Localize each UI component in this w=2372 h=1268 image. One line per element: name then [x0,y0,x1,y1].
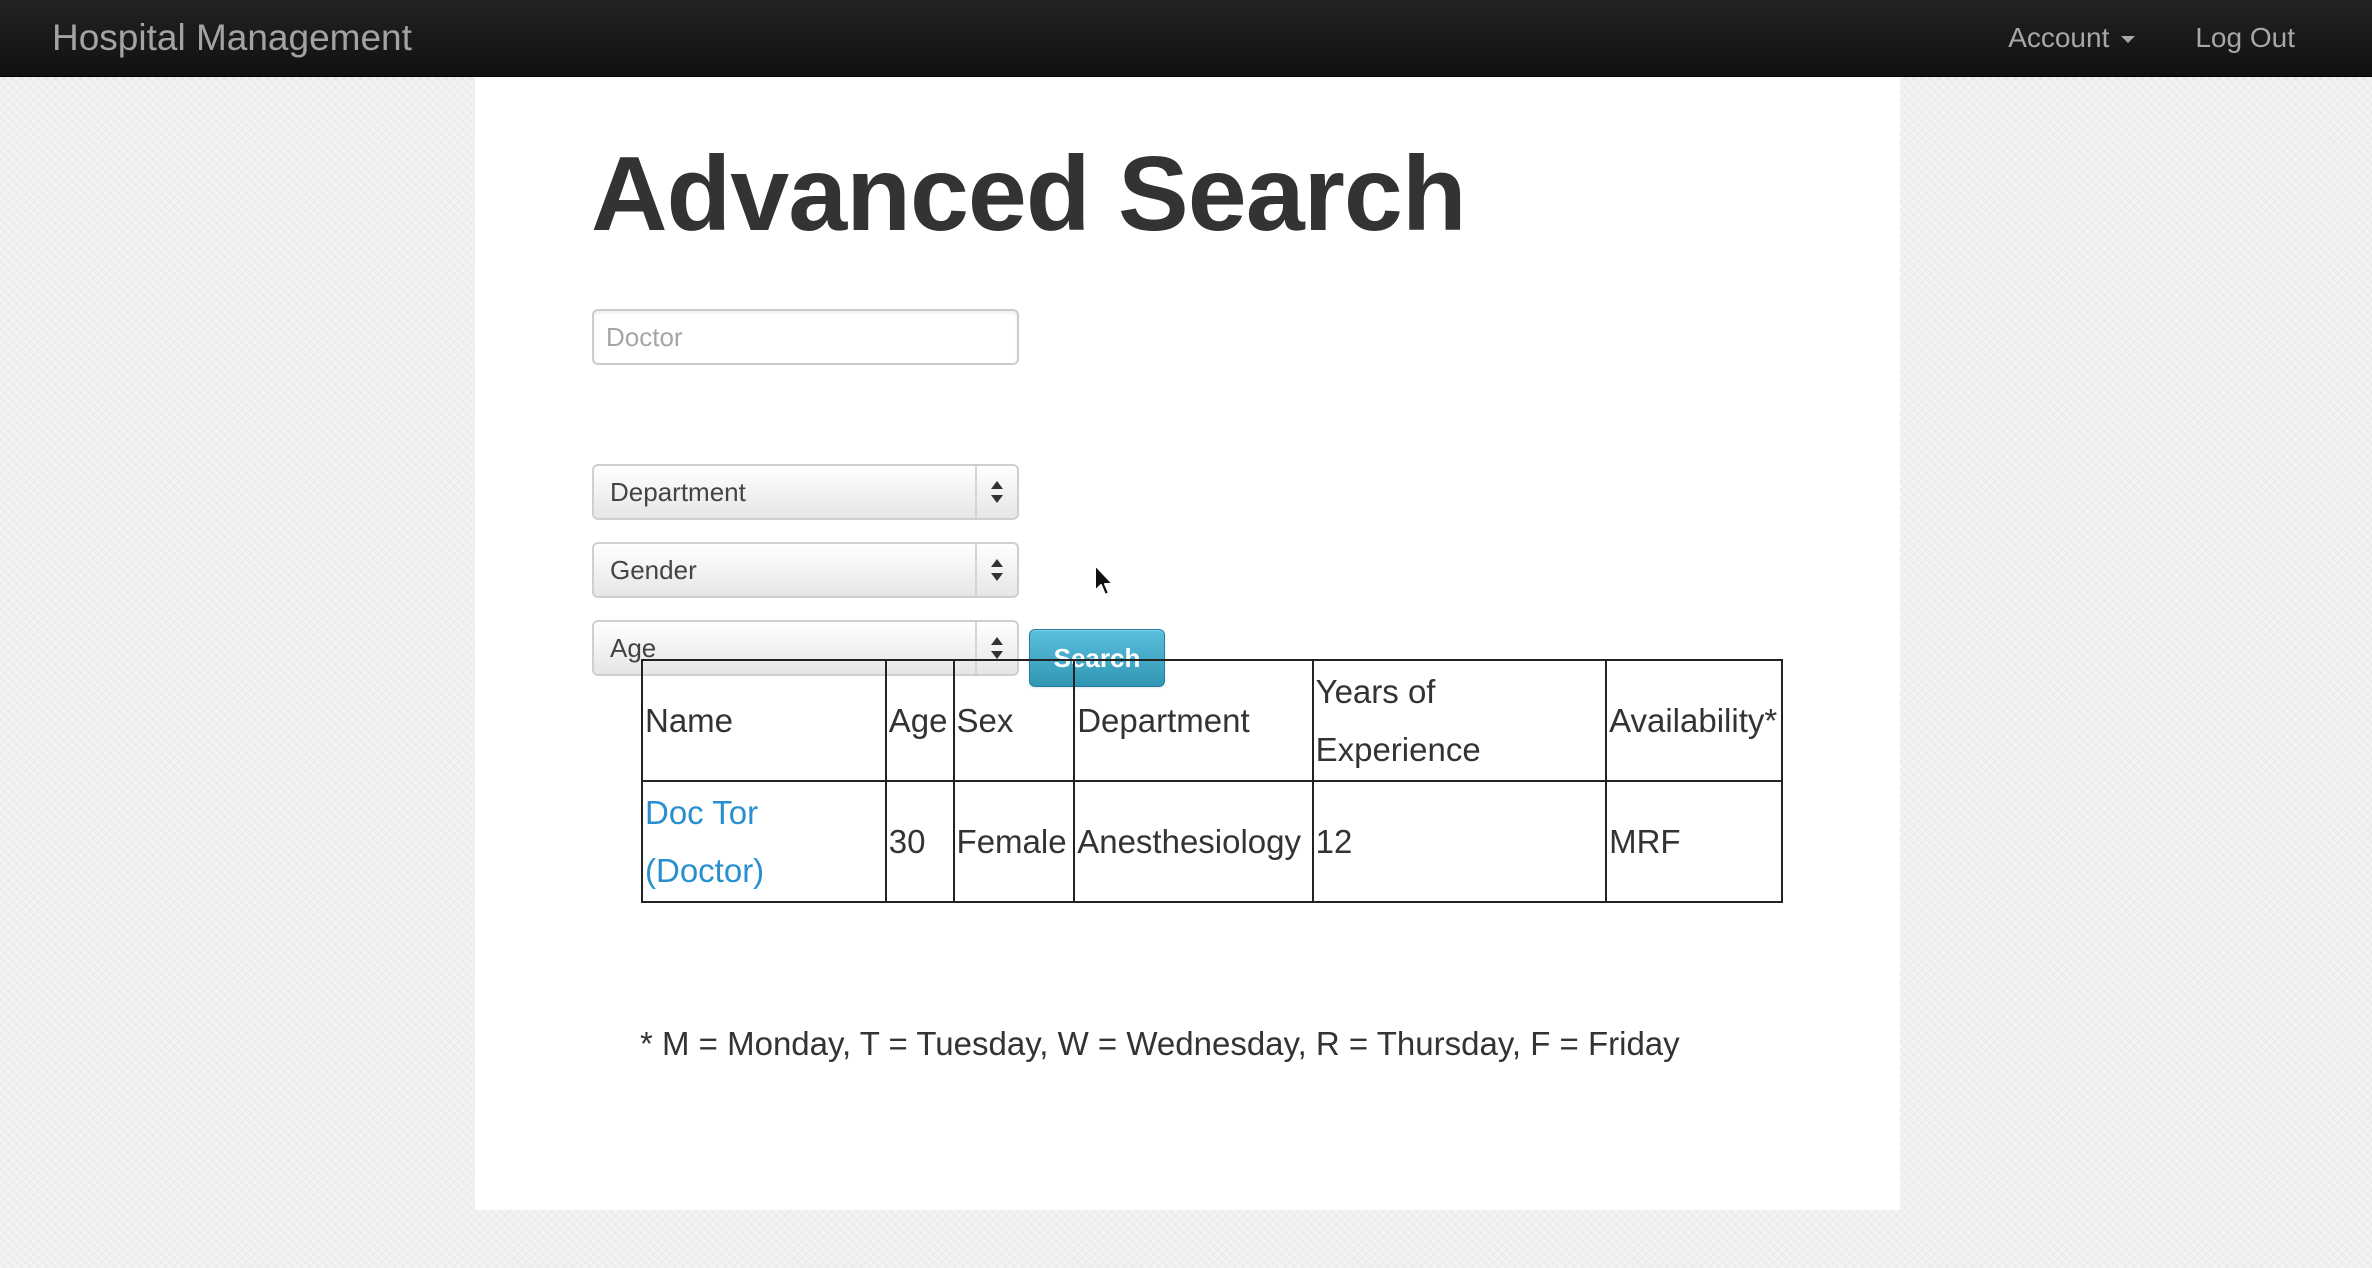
account-dropdown[interactable]: Account [2008,22,2136,54]
select-arrows-icon [975,544,1017,596]
header-years-of-experience: Years of Experience [1311,659,1608,782]
table-row: Doc Tor (Doctor) 30 Female Anesthesiolog… [641,780,1783,903]
cell-name: Doc Tor (Doctor) [641,780,887,903]
doctor-search-input[interactable] [592,309,1019,365]
brand-link[interactable]: Hospital Management [52,0,412,76]
cell-age: 30 [884,780,955,903]
results-table: Name Age Sex Department Years of Experie… [641,659,1783,903]
gender-select-value: Gender [610,554,697,585]
doctor-profile-link[interactable]: Doc Tor (Doctor) [645,794,764,889]
header-name: Name [641,659,887,782]
account-label: Account [2008,22,2110,53]
cell-availability: MRF [1605,780,1783,903]
header-age: Age [884,659,955,782]
department-select[interactable]: Department [592,464,1019,520]
header-sex: Sex [952,659,1076,782]
logout-link[interactable]: Log Out [2195,22,2295,54]
table-header-row: Name Age Sex Department Years of Experie… [641,659,1783,782]
caret-down-icon [2121,35,2136,43]
page-title: Advanced Search [591,135,1467,253]
top-navbar: Hospital Management Account Log Out [0,0,2372,77]
cell-years-of-experience: 12 [1311,780,1608,903]
select-arrows-icon [975,466,1017,518]
cell-department: Anesthesiology [1073,780,1314,903]
department-select-value: Department [610,476,746,507]
header-department: Department [1073,659,1314,782]
availability-footnote: * M = Monday, T = Tuesday, W = Wednesday… [640,1025,1680,1062]
navbar-right-menu: Account Log Out [2008,0,2372,76]
cell-sex: Female [952,780,1076,903]
header-availability: Availability* [1605,659,1783,782]
gender-select[interactable]: Gender [592,542,1019,598]
main-container: Advanced Search Department Gender Age Se… [475,77,1900,1210]
